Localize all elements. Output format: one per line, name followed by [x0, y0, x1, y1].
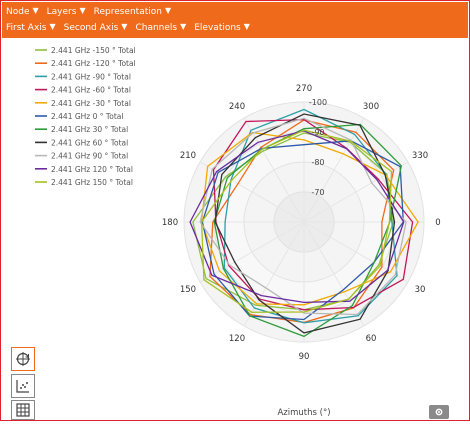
scatter-icon [16, 380, 29, 393]
menu-second-axis[interactable]: Second Axis ▼ [63, 22, 128, 33]
table-view-button[interactable] [11, 400, 35, 420]
radial-tick-label: -80 [311, 158, 324, 167]
angle-tick-label: 120 [229, 334, 245, 344]
polar-chart-svg: 0 30 60 90 120 150 180 210 240 270 300 330 -100 -90 -8… [35, 46, 441, 418]
menu-representation[interactable]: Representation ▼ [93, 6, 172, 17]
chevron-down-icon: ▼ [79, 6, 86, 15]
angle-tick-label: 90 [299, 352, 310, 362]
legend-entry[interactable]: 2.441 GHz 30 ° Total [51, 125, 128, 134]
radial-tick-label: -100 [309, 98, 327, 107]
chevron-down-icon: ▼ [180, 22, 187, 31]
legend-entry[interactable]: 2.441 GHz 60 ° Total [51, 138, 128, 147]
angle-tick-label: 210 [180, 151, 196, 161]
axis-label: Azimuths (°) [277, 408, 330, 418]
menu-node[interactable]: Node ▼ [6, 6, 39, 17]
menu-second-axis-label: Second Axis [63, 23, 119, 33]
angle-tick-label: 0 [435, 218, 440, 228]
menu-channels[interactable]: Channels ▼ [135, 22, 187, 33]
angle-tick-label: 60 [366, 334, 377, 344]
table-icon [16, 403, 30, 417]
rotate-icon [16, 352, 30, 366]
legend-entry[interactable]: 2.441 GHz 90 ° Total [51, 152, 128, 161]
menu-elevations-label: Elevations [194, 23, 241, 33]
rotate-button[interactable] [11, 347, 35, 371]
angle-tick-label: 270 [296, 84, 312, 94]
polar-chart-window: Node ▼ Layers ▼ Representation ▼ First A… [0, 0, 470, 421]
chevron-down-icon: ▼ [243, 22, 250, 31]
legend-entry[interactable]: 2.441 GHz -90 ° Total [51, 72, 131, 81]
angle-tick-label: 300 [363, 102, 379, 112]
legend-entry[interactable]: 2.441 GHz -120 ° Total [51, 59, 136, 68]
menu-representation-label: Representation [93, 7, 162, 17]
angle-tick-label: 150 [180, 285, 196, 295]
angle-tick-label: 30 [415, 285, 426, 295]
scatter-view-button[interactable] [11, 374, 35, 398]
menu-channels-label: Channels [135, 23, 178, 33]
legend-entry[interactable]: 2.441 GHz -30 ° Total [51, 99, 131, 108]
legend-entry[interactable]: 2.441 GHz 120 ° Total [51, 165, 133, 174]
angle-tick-label: 180 [162, 218, 178, 228]
legend-entry[interactable]: 2.441 GHz -60 ° Total [51, 86, 131, 95]
gear-icon [435, 408, 443, 416]
radial-tick-label: -70 [311, 188, 324, 197]
menu-first-axis-label: First Axis [6, 23, 47, 33]
toolbar-row-primary: Node ▼ Layers ▼ Representation ▼ [6, 5, 171, 19]
chevron-down-icon: ▼ [32, 6, 39, 15]
menu-node-label: Node [6, 7, 30, 17]
menu-layers-label: Layers [46, 7, 77, 17]
chevron-down-icon: ▼ [49, 22, 56, 31]
legend-entry[interactable]: 2.441 GHz -150 ° Total [51, 46, 136, 55]
top-toolbar: Node ▼ Layers ▼ Representation ▼ First A… [2, 2, 468, 38]
radial-tick-label: -90 [311, 128, 324, 137]
toolbar-row-secondary: First Axis ▼ Second Axis ▼ Channels ▼ El… [6, 21, 250, 35]
menu-elevations[interactable]: Elevations ▼ [194, 22, 250, 33]
legend-entry[interactable]: 2.441 GHz 150 ° Total [51, 178, 133, 187]
angle-tick-label: 240 [229, 102, 245, 112]
angle-tick-label: 330 [412, 151, 428, 161]
chevron-down-icon: ▼ [164, 6, 172, 15]
menu-layers[interactable]: Layers ▼ [46, 6, 86, 17]
menu-first-axis[interactable]: First Axis ▼ [6, 22, 56, 33]
settings-button[interactable] [429, 405, 449, 419]
chart-area: 0 30 60 90 120 150 180 210 240 270 300 330 -100 -90 -8… [2, 38, 468, 420]
legend-entry[interactable]: 2.441 GHz 0 ° Total [51, 112, 123, 121]
chevron-down-icon: ▼ [121, 22, 128, 31]
